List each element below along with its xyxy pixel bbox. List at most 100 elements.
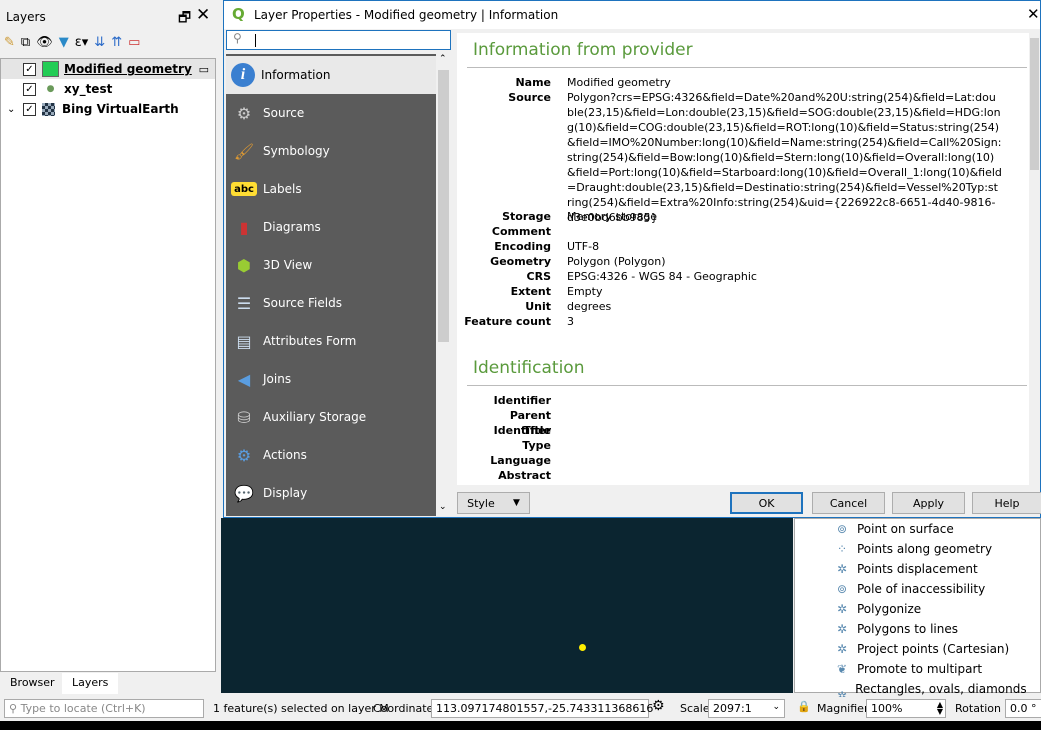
algorithm-item[interactable]: ⊚ Pole of inaccessibility xyxy=(837,582,985,596)
info-value xyxy=(567,453,1002,468)
map-canvas[interactable] xyxy=(221,518,793,693)
nav-item-labels[interactable]: abc Labels xyxy=(226,170,436,208)
ok-button[interactable]: OK xyxy=(730,492,803,514)
nav-item-label: Joins xyxy=(263,372,292,386)
float-icon[interactable]: 🗗 xyxy=(178,7,191,31)
scale-label: Scale xyxy=(680,702,710,715)
close-icon[interactable]: ✕ xyxy=(196,5,210,25)
info-row: Storage Memory storage xyxy=(457,209,1029,224)
info-key: Unit xyxy=(525,300,551,313)
algorithm-item[interactable]: ✲ Points displacement xyxy=(837,562,978,576)
algorithm-item[interactable]: ✲ Project points (Cartesian) xyxy=(837,642,1009,656)
nav-item-display[interactable]: 💬 Display xyxy=(226,474,436,512)
info-key: Type xyxy=(522,439,551,452)
help-button[interactable]: Help xyxy=(972,492,1041,514)
layer-item[interactable]: ⌄ ✓ Bing VirtualEarth xyxy=(1,99,215,119)
nav-item-source-fields[interactable]: ☰ Source Fields xyxy=(226,284,436,322)
info-value: Modified geometry xyxy=(567,76,671,89)
info-value: Polygon?crs=EPSG:4326&field=Date%20and%2… xyxy=(567,91,1002,224)
nav-item-3d-view[interactable]: ⬢ 3D View xyxy=(226,246,436,284)
magnifier-value: 100% xyxy=(871,702,903,715)
map-point xyxy=(579,644,586,651)
layer-properties-dialog: Q Layer Properties - Modified geometry |… xyxy=(223,0,1041,518)
nav-item-symbology[interactable]: 🖌 Symbology xyxy=(226,132,436,170)
algorithm-item[interactable]: ❦ Promote to multipart xyxy=(837,662,982,676)
source-fields-icon: ☰ xyxy=(236,293,252,313)
scale-combo[interactable]: 2097:1 ⌄ xyxy=(708,699,785,718)
algorithm-item[interactable]: ⁘ Points along geometry xyxy=(837,542,992,556)
nav-scrollbar[interactable]: ⌃ ⌄ xyxy=(436,54,451,516)
properties-nav: i Information ⚙ Source 🖌 Symbology abc Labels ▮ D… xyxy=(226,54,436,516)
nav-item-actions[interactable]: ⚙ Actions xyxy=(226,436,436,474)
info-row: Geometry Polygon (Polygon) xyxy=(457,254,1029,269)
layer-name: Bing VirtualEarth xyxy=(62,102,179,116)
nav-item-auxiliary-storage[interactable]: ⛁ Auxiliary Storage xyxy=(226,398,436,436)
layer-item[interactable]: ✓ Modified geometry ▭ xyxy=(1,59,215,79)
algorithm-item[interactable]: ⊚ Point on surface xyxy=(837,522,954,536)
apply-button[interactable]: Apply xyxy=(892,492,965,514)
dialog-title: Layer Properties - Modified geometry | I… xyxy=(254,8,559,22)
algorithm-item[interactable]: ✲ Polygons to lines xyxy=(837,622,958,636)
cancel-button[interactable]: Cancel xyxy=(812,492,885,514)
filter-icon[interactable]: ▼ xyxy=(59,35,69,50)
algorithm-item[interactable]: ✲ Polygonize xyxy=(837,602,921,616)
algorithm-label: Polygonize xyxy=(857,602,922,616)
layer-tree: ✓ Modified geometry ▭ ✓ ● xy_test ⌄ ✓ Bi… xyxy=(0,58,216,672)
nav-item-joins[interactable]: ◀ Joins xyxy=(226,360,436,398)
coordinate-input[interactable]: 113.097174801557,-25.743311368616 xyxy=(431,699,653,718)
info-row: Encoding UTF-8 xyxy=(457,239,1029,254)
diagrams-icon: ▮ xyxy=(239,217,249,237)
layer-item[interactable]: ✓ ● xy_test xyxy=(1,79,215,99)
nav-item-label: Diagrams xyxy=(263,220,321,234)
locator-input[interactable]: ⚲ Type to locate (Ctrl+K) xyxy=(4,699,204,718)
add-group-icon[interactable]: ⧉ xyxy=(21,35,30,50)
display-icon: 💬 xyxy=(234,483,254,503)
section-heading: Identification xyxy=(473,358,585,378)
memory-layer-icon[interactable]: ▭ xyxy=(199,63,209,76)
content-scrollbar[interactable] xyxy=(1029,33,1040,485)
close-icon[interactable]: ✕ xyxy=(1027,5,1040,23)
nav-item-label: Attributes Form xyxy=(263,334,357,348)
tab-browser[interactable]: Browser xyxy=(0,673,65,694)
status-bar: ⚲ Type to locate (Ctrl+K) 1 feature(s) s… xyxy=(0,697,1041,721)
info-row: Abstract xyxy=(457,468,1029,483)
expand-all-icon[interactable]: ⇊ xyxy=(94,35,105,50)
nav-item-attributes-form[interactable]: ▤ Attributes Form xyxy=(226,322,436,360)
tab-layers[interactable]: Layers xyxy=(62,673,119,694)
algorithm-label: Points displacement xyxy=(857,562,978,576)
nav-item-diagrams[interactable]: ▮ Diagrams xyxy=(226,208,436,246)
layer-name: Modified geometry xyxy=(64,62,192,76)
algorithm-label: Polygons to lines xyxy=(857,622,958,636)
info-row: Language xyxy=(457,453,1029,468)
algorithm-label: Pole of inaccessibility xyxy=(857,582,986,596)
qgis-logo-icon: Q xyxy=(232,5,245,23)
nav-item-information[interactable]: i Information xyxy=(226,56,436,94)
status-message: 1 feature(s) selected on layer M xyxy=(213,702,389,715)
actions-icon: ⚙ xyxy=(236,445,252,465)
style-dropdown[interactable]: Style ▼ xyxy=(457,492,530,514)
visibility-icon[interactable]: 👁 xyxy=(36,35,53,50)
chevron-down-icon[interactable]: ⌄ xyxy=(7,104,23,115)
toggle-extents-icon[interactable]: ⚙ xyxy=(652,698,665,714)
dropdown-arrow-icon: ▼ xyxy=(512,498,520,508)
nav-item-source[interactable]: ⚙ Source xyxy=(226,94,436,132)
info-row: CRS EPSG:4326 - WGS 84 - Geographic xyxy=(457,269,1029,284)
info-value xyxy=(567,393,1002,408)
expression-filter-icon[interactable]: ε▾ xyxy=(75,35,89,50)
checkbox[interactable]: ✓ xyxy=(23,62,36,76)
magnifier-spinbox[interactable]: 100% ▲ ▼ xyxy=(866,699,946,718)
info-key: Feature count xyxy=(464,315,551,328)
checkbox[interactable]: ✓ xyxy=(23,82,36,96)
style-manager-icon[interactable]: ✎ xyxy=(4,35,15,50)
rotation-input[interactable]: 0.0 ° xyxy=(1005,699,1041,718)
info-icon: i xyxy=(231,63,255,87)
collapse-all-icon[interactable]: ⇈ xyxy=(111,35,122,50)
lock-icon[interactable]: 🔒 xyxy=(797,700,811,713)
remove-layer-icon[interactable]: ▭ xyxy=(128,35,140,50)
text-cursor xyxy=(255,34,256,47)
panel-tabs: Browser Layers xyxy=(0,673,218,695)
locator-placeholder: Type to locate (Ctrl+K) xyxy=(20,702,146,715)
algorithm-label: Project points (Cartesian) xyxy=(857,642,1010,656)
checkbox[interactable]: ✓ xyxy=(23,102,36,116)
search-input[interactable]: ⚲ xyxy=(226,30,451,50)
